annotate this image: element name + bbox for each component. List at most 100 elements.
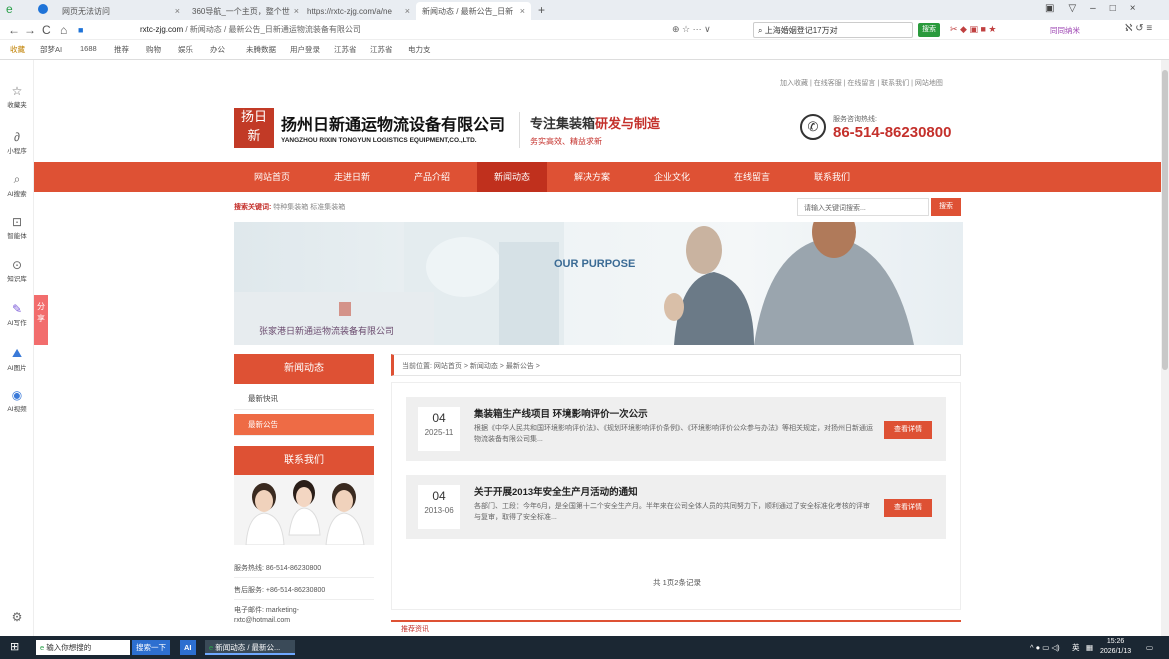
tab-4-active[interactable]: 新闻动态 / 最新公告_日新 × (416, 2, 531, 20)
keyboard-icon[interactable]: ▦ (1086, 640, 1093, 655)
nav-culture[interactable]: 企业文化 (637, 162, 707, 192)
windows-start-icon[interactable]: ⊞ (10, 640, 19, 655)
contact-hotline: 服务热线: 86-514-86230800 (234, 560, 374, 578)
close-icon[interactable]: × (401, 6, 410, 16)
favorites-item[interactable]: 江苏省 (334, 44, 357, 55)
browser-search-button[interactable]: 搜索 (918, 23, 940, 37)
ime-indicator[interactable]: 英 (1072, 640, 1080, 655)
menu-icons[interactable]: ℵ ↺ ≡ (1125, 23, 1152, 34)
top-links[interactable]: 加入收藏 | 在线客服 | 在线留言 | 联系我们 | 网站地图 (780, 78, 943, 88)
window-controls[interactable]: ▣▽–□× (1045, 3, 1150, 14)
nav-home[interactable]: 网站首页 (237, 162, 307, 192)
sidebar-item-ai-image[interactable]: ⛰ AI图片 (0, 346, 34, 372)
sidebar-item-ai-video[interactable]: ◉ AI视频 (0, 388, 34, 413)
news-title[interactable]: 关于开展2013年安全生产月活动的通知 (474, 484, 638, 498)
refresh-icon[interactable]: C (42, 23, 51, 37)
close-icon[interactable]: × (290, 6, 299, 16)
share-button[interactable]: 分享 (34, 295, 48, 345)
date-box: 04 2025-11 (418, 407, 460, 451)
news-list: 04 2025-11 集装箱生产线项目 环境影响评价一次公示 根据《中华人民共和… (391, 382, 961, 610)
keyword-links[interactable]: 特种集装箱 标准集装箱 (273, 204, 345, 211)
favorites-item[interactable]: 未腾数据 (246, 44, 276, 55)
news-summary: 根据《中华人民共和国环境影响评价法》、《规划环境影响评价条例》、《环境影响评价公… (474, 425, 873, 443)
favorites-item[interactable]: 办公 (210, 44, 225, 55)
favorites-item[interactable]: 推荐 (114, 44, 129, 55)
toolbar-right-link[interactable]: 同同纳米 (1050, 25, 1080, 36)
view-details-button[interactable]: 查看详情 (884, 499, 932, 517)
settings-icon[interactable]: ⚙ (0, 610, 34, 625)
date-box: 04 2013-06 (418, 485, 460, 529)
news-title[interactable]: 集装箱生产线项目 环境影响评价一次公示 (474, 406, 648, 420)
shield-icon[interactable] (38, 4, 48, 14)
header-divider (519, 112, 520, 148)
page-scrollbar[interactable] (1161, 60, 1169, 636)
notification-icon[interactable]: ▭ (1146, 640, 1153, 655)
ai-app-icon[interactable]: AI (180, 640, 196, 655)
page-actions-icons[interactable]: ⊕ ☆ ··· ∨ (672, 24, 711, 35)
knowledge-icon: ⊙ (11, 258, 23, 272)
banner-heading: OUR PURPOSE (554, 258, 636, 270)
view-details-button[interactable]: 查看详情 (884, 421, 932, 439)
contact-email[interactable]: 电子邮件: marketing-rxtc@hotmail.com (234, 604, 374, 630)
favorites-item[interactable]: 江苏省 (370, 44, 393, 55)
main-nav: 网站首页 走进日新 产品介绍 新闻动态 解决方案 企业文化 在线留言 联系我们 (34, 162, 1161, 192)
nav-news[interactable]: 新闻动态 (477, 162, 547, 192)
banner-company: 张家港日新通运物流装备有限公司 (259, 327, 395, 337)
clock[interactable]: 15:26 2026/1/13 (1100, 637, 1131, 657)
favorites-item[interactable]: 娱乐 (178, 44, 193, 55)
favorites-item[interactable]: 部梦AI (40, 44, 62, 55)
browser-tab-bar: e 网页无法访问 × 360导航_一个主页，整个世 × https://rxtc-z… (0, 0, 1169, 20)
sidebar-item-ai-write[interactable]: ✎ AI写作 (0, 302, 34, 327)
sidebar-item-ai-search[interactable]: ⌕ AI搜索 (0, 172, 34, 198)
back-icon[interactable]: ← (8, 23, 20, 37)
favorites-item[interactable]: 1688 (80, 44, 97, 53)
search-icon: ⌕ (758, 26, 765, 35)
taskbar-search-button[interactable]: 搜索一下 (132, 640, 170, 655)
sidebar-link-latest-announcements[interactable]: 最新公告 (234, 414, 374, 436)
browser-sidebar: ☆ 收藏夹 ∂ 小程序 ⌕ AI搜索 ⊡ 智能体 ⊙ 知识库 ✎ AI写作 ⛰ AI图片 ◉ A… (0, 60, 34, 636)
browser-logo-icon[interactable]: e (6, 2, 13, 16)
sidebar-link-latest-news[interactable]: 最新快讯 (234, 388, 374, 410)
tab-1[interactable]: 网页无法访问 × (56, 2, 186, 20)
taskbar-search-input[interactable]: e 输入你想搜的 (36, 640, 130, 655)
extension-icons[interactable]: ✂ ◆ ▣ ■ ★ (950, 24, 996, 35)
site-search-input[interactable]: 请输入关键词搜索... (797, 198, 929, 216)
site-search-button[interactable]: 搜索 (931, 198, 961, 216)
nav-contact[interactable]: 联系我们 (797, 162, 867, 192)
close-icon[interactable]: × (171, 6, 180, 16)
list-item[interactable]: 04 2013-06 关于开展2013年安全生产月活动的通知 各部门、工段：今年… (406, 475, 946, 539)
nav-message[interactable]: 在线留言 (717, 162, 787, 192)
favorites-bar: 收藏 部梦AI 1688 推荐 购物 娱乐 办公 未腾数据 用户登录 江苏省 江… (0, 40, 1169, 60)
windows-taskbar: ⊞ e 输入你想搜的 搜索一下 AI e 新闻动态 / 最新公... ^ ● ▭… (0, 636, 1169, 659)
favorites-item[interactable]: 收藏 (10, 44, 25, 55)
list-item[interactable]: 04 2025-11 集装箱生产线项目 环境影响评价一次公示 根据《中华人民共和… (406, 397, 946, 461)
favorites-item[interactable]: 电力支 (408, 44, 431, 55)
scrollbar-thumb[interactable] (1162, 70, 1168, 370)
tab-2[interactable]: 360导航_一个主页，整个世 × (186, 2, 301, 20)
nav-about[interactable]: 走进日新 (317, 162, 387, 192)
tray-icons[interactable]: ^ ● ▭ ◁) (1030, 640, 1060, 655)
image-icon: ⛰ (11, 346, 23, 360)
customer-service-illustration (245, 480, 365, 545)
tab-3[interactable]: https://rxtc-zjg.com/a/ne × (301, 2, 416, 20)
banner-image: OUR PURPOSE 张家港日新通运物流装备有限公司 (234, 222, 963, 345)
sidebar-item-agent[interactable]: ⊡ 智能体 (0, 215, 34, 240)
nav-solutions[interactable]: 解决方案 (557, 162, 627, 192)
ai-icon[interactable]: ■ (78, 25, 83, 35)
star-icon: ☆ (11, 84, 23, 98)
close-icon[interactable]: × (516, 6, 525, 16)
url-field[interactable]: rxtc-zjg.com / 新闻动态 / 最新公告_日新通运物流装备有限公司 (140, 24, 361, 35)
sidebar-item-mini-program[interactable]: ∂ 小程序 (0, 130, 34, 155)
forward-icon[interactable]: → (24, 23, 36, 37)
sidebar-item-favorites[interactable]: ☆ 收藏夹 (0, 84, 34, 109)
browser-search-input[interactable]: ⌕ 上海婚姻登记17万对 (753, 22, 913, 38)
taskbar-app-browser[interactable]: e 新闻动态 / 最新公... (205, 640, 295, 655)
new-tab-button[interactable]: + (538, 3, 545, 17)
company-logo[interactable]: 扬日新 (234, 108, 274, 148)
breadcrumb[interactable]: 当前位置: 网站首页 > 新闻动态 > 最新公告 > (391, 354, 961, 376)
sidebar-item-knowledge[interactable]: ⊙ 知识库 (0, 258, 34, 283)
favorites-item[interactable]: 用户登录 (290, 44, 320, 55)
favorites-item[interactable]: 购物 (146, 44, 161, 55)
home-icon[interactable]: ⌂ (60, 23, 67, 37)
nav-products[interactable]: 产品介绍 (397, 162, 467, 192)
